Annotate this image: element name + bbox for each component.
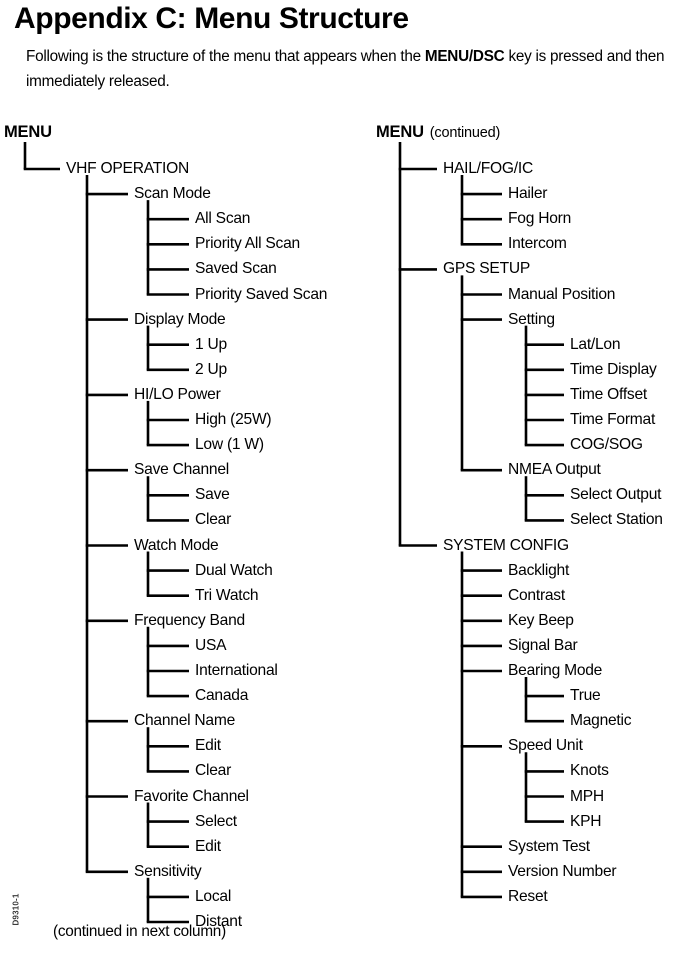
menu-item-left-clear: Clear bbox=[195, 511, 232, 529]
menu-item-left-watch-mode: Watch Mode bbox=[134, 536, 219, 554]
menu-item-left-clear: Clear bbox=[195, 762, 232, 780]
menu-item-left-channel-name: Channel Name bbox=[134, 712, 236, 730]
menu-item-left-edit: Edit bbox=[195, 837, 221, 855]
menu-item-right-mph: MPH bbox=[570, 787, 604, 805]
menu-item-right-hail-fog-ic: HAIL/FOG/IC bbox=[443, 160, 533, 177]
menu-item-right-version-number: Version Number bbox=[508, 862, 617, 880]
menu-item-right-gps-setup: GPS SETUP bbox=[443, 260, 531, 278]
menu-item-left-frequency-band: Frequency Band bbox=[134, 611, 245, 629]
menu-item-left-display-mode: Display Mode bbox=[134, 310, 226, 328]
left-column-heading: MENU bbox=[4, 122, 58, 143]
menu-item-left-saved-scan: Saved Scan bbox=[195, 260, 277, 278]
menu-item-right-reset: Reset bbox=[508, 887, 548, 905]
menu-item-left-high-25w: High (25W) bbox=[195, 411, 272, 428]
menu-item-left-priority-all-scan: Priority All Scan bbox=[195, 235, 300, 253]
right-heading-continued-label: (continued) bbox=[429, 125, 501, 141]
menu-item-right-key-beep: Key Beep bbox=[508, 611, 574, 629]
menu-item-right-contrast: Contrast bbox=[508, 586, 565, 604]
menu-item-right-speed-unit: Speed Unit bbox=[508, 737, 583, 755]
menu-item-right-intercom: Intercom bbox=[508, 235, 567, 253]
intro-paragraph: Following is the structure of the menu t… bbox=[26, 44, 688, 94]
menu-item-left-2-up: 2 Up bbox=[195, 360, 227, 378]
intro-key-name: MENU/DSC bbox=[424, 48, 505, 65]
menu-item-left-canada: Canada bbox=[195, 687, 249, 705]
menu-item-right-manual-position: Manual Position bbox=[508, 285, 616, 303]
menu-item-left-scan-mode: Scan Mode bbox=[134, 185, 211, 203]
menu-item-right-time-offset: Time Offset bbox=[570, 385, 647, 403]
menu-item-right-select-output: Select Output bbox=[570, 486, 662, 504]
menu-item-right-system-test: System Test bbox=[508, 837, 590, 855]
menu-item-right-hailer: Hailer bbox=[508, 185, 548, 203]
menu-item-right-kph: KPH bbox=[570, 812, 602, 830]
menu-item-left-international: International bbox=[195, 662, 278, 679]
menu-item-left-vhf-operation: VHF OPERATION bbox=[66, 160, 189, 177]
menu-item-right-signal-bar: Signal Bar bbox=[508, 636, 578, 654]
menu-item-left-low-1-w: Low (1 W) bbox=[195, 436, 264, 454]
menu-item-right-setting: Setting bbox=[508, 310, 555, 328]
menu-item-right-backlight: Backlight bbox=[508, 561, 570, 579]
right-heading-menu-label: MENU bbox=[376, 123, 424, 141]
menu-item-right-nmea-output: NMEA Output bbox=[508, 461, 601, 479]
menu-item-right-magnetic: Magnetic bbox=[570, 712, 632, 730]
menu-item-left-favorite-channel: Favorite Channel bbox=[134, 787, 249, 805]
menu-item-left-hi-lo-power: HI/LO Power bbox=[134, 385, 221, 403]
menu-item-right-bearing-mode: Bearing Mode bbox=[508, 662, 603, 679]
page-title: Appendix C: Menu Structure bbox=[14, 2, 409, 35]
continued-in-next-column-note: (continued in next column) bbox=[53, 923, 226, 940]
menu-item-right-true: True bbox=[570, 687, 601, 705]
menu-item-left-save: Save bbox=[195, 486, 230, 504]
menu-item-left-local: Local bbox=[195, 887, 232, 905]
menu-item-right-time-display: Time Display bbox=[570, 360, 657, 378]
menu-item-right-cog-sog: COG/SOG bbox=[570, 436, 643, 454]
menu-item-left-1-up: 1 Up bbox=[195, 335, 227, 353]
menu-item-left-sensitivity: Sensitivity bbox=[134, 862, 202, 880]
right-column-heading: MENU (continued) bbox=[376, 122, 500, 143]
menu-item-right-time-format: Time Format bbox=[570, 411, 656, 428]
menu-item-right-fog-horn: Fog Horn bbox=[508, 210, 572, 228]
figure-id-label: D9310-1 bbox=[11, 893, 21, 926]
intro-text-before: Following is the structure of the menu t… bbox=[26, 48, 425, 65]
left-heading-menu-label: MENU bbox=[4, 123, 52, 141]
menu-item-left-tri-watch: Tri Watch bbox=[195, 586, 259, 604]
menu-item-left-save-channel: Save Channel bbox=[134, 461, 229, 479]
menu-item-left-select: Select bbox=[195, 812, 237, 830]
menu-item-left-dual-watch: Dual Watch bbox=[195, 561, 273, 579]
menu-item-left-all-scan: All Scan bbox=[195, 210, 251, 228]
menu-item-left-edit: Edit bbox=[195, 737, 221, 755]
menu-item-right-knots: Knots bbox=[570, 762, 609, 780]
menu-item-right-select-station: Select Station bbox=[570, 511, 663, 529]
menu-item-right-lat-lon: Lat/Lon bbox=[570, 335, 621, 353]
menu-item-left-usa: USA bbox=[195, 636, 227, 654]
menu-item-left-priority-saved-scan: Priority Saved Scan bbox=[195, 285, 328, 303]
menu-item-right-system-config: SYSTEM CONFIG bbox=[443, 536, 569, 554]
